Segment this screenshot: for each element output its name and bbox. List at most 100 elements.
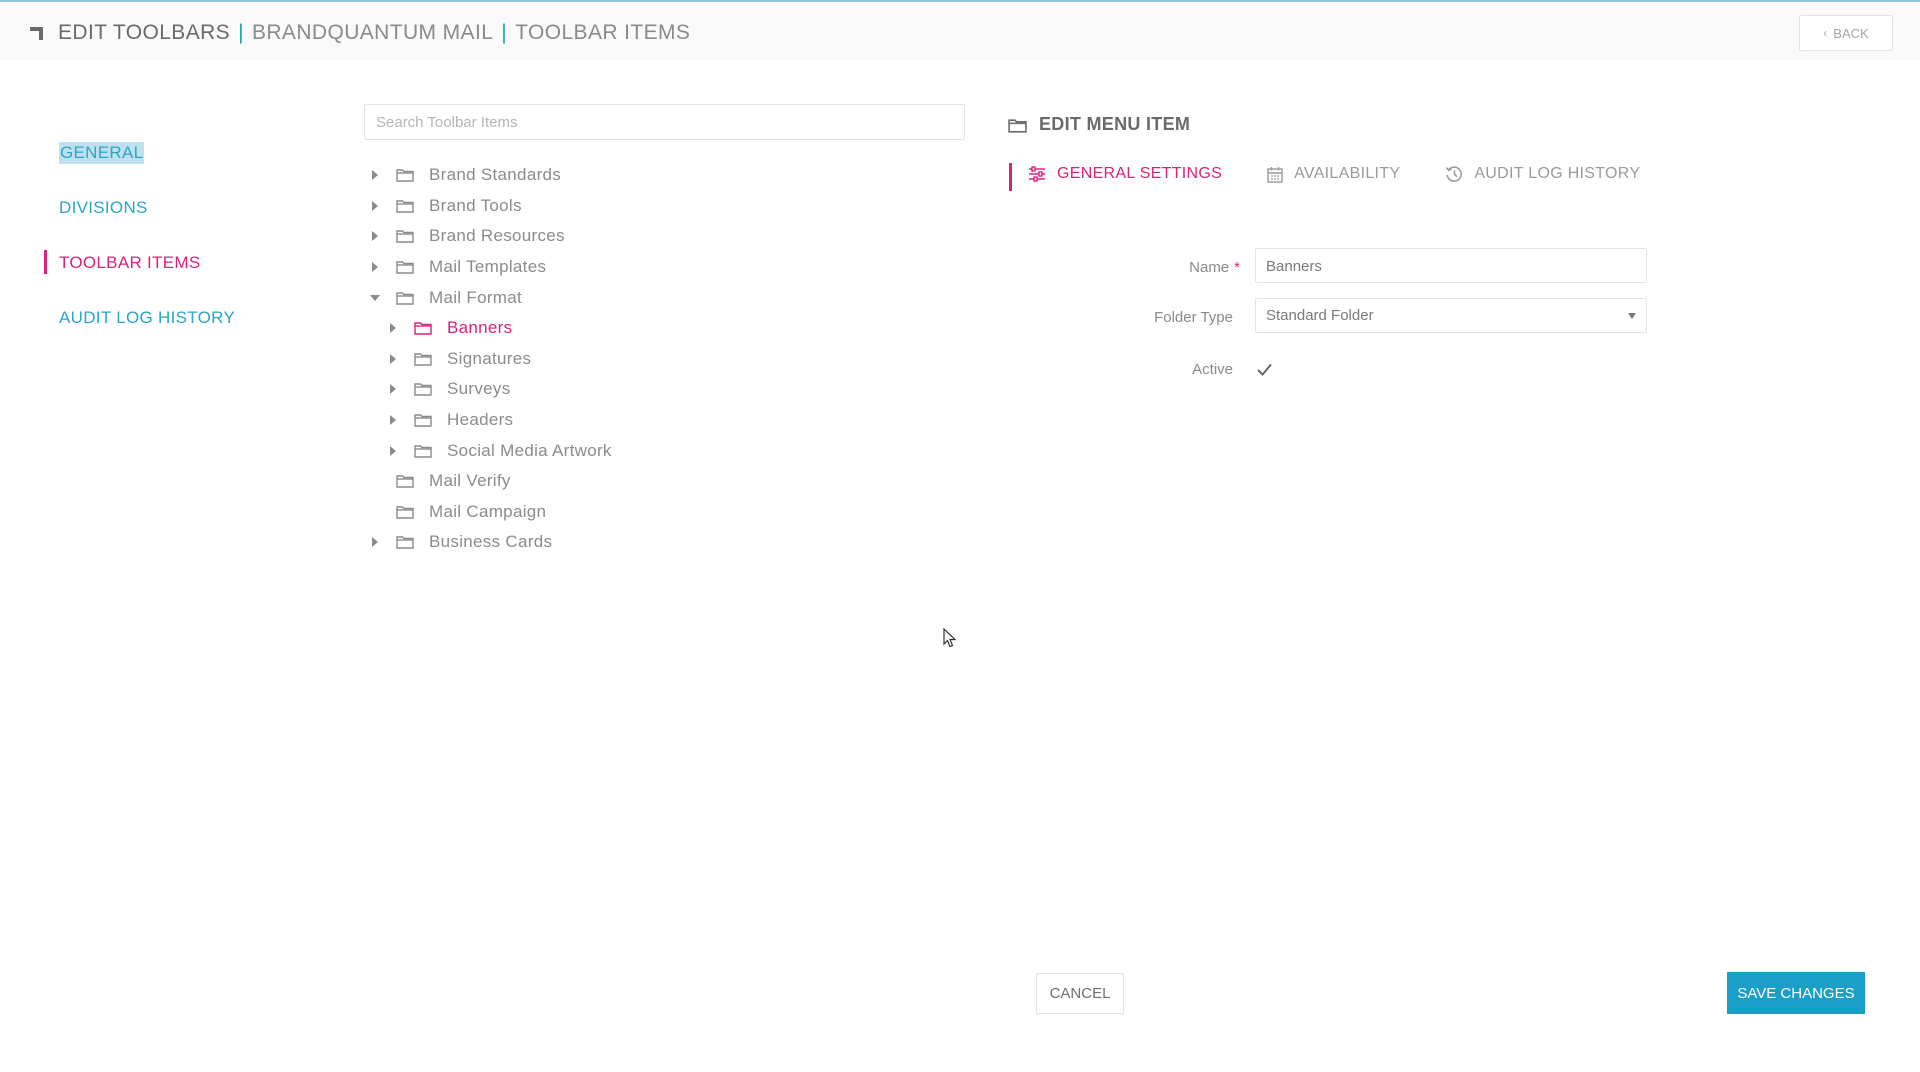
folder-icon [396,291,414,305]
tree-item-label: Brand Resources [429,226,565,246]
page-title: EDIT TOOLBARS [58,21,231,44]
folder-icon [414,444,432,458]
back-label: BACK [1833,25,1869,41]
tab-availability[interactable]: AVAILABILITY [1267,165,1400,183]
toolbar-corner-icon [28,24,46,42]
caret-right-icon[interactable] [368,168,382,182]
tab-label: AUDIT LOG HISTORY [1474,165,1641,182]
folder-icon [1008,117,1027,133]
caret-right-icon[interactable] [368,199,382,213]
sidebar-item-audit-log-history[interactable]: AUDIT LOG HISTORY [44,290,235,345]
sidebar-nav: GENERAL DIVISIONS TOOLBAR ITEMS AUDIT LO… [44,125,235,345]
folder-icon [396,260,414,274]
checkmark-icon [1257,363,1272,376]
tree-item-label: Mail Templates [429,257,547,277]
tab-audit-log-history[interactable]: AUDIT LOG HISTORY [1445,165,1640,183]
cancel-button[interactable]: CANCEL [1036,973,1124,1014]
folder-type-select[interactable]: Standard Folder [1255,298,1647,333]
edit-tabs: GENERAL SETTINGS AVAILABILITY AUDIT LOG … [1009,163,1640,191]
edit-panel-title: EDIT MENU ITEM [1008,114,1190,135]
tree-item-label: Business Cards [429,532,553,552]
breadcrumb-separator: | [238,21,244,44]
tree-item-social-media-artwork[interactable]: Social Media Artwork [364,435,612,466]
sidebar-item-divisions[interactable]: DIVISIONS [44,180,235,235]
sidebar-item-label: AUDIT LOG HISTORY [59,307,236,327]
tab-label: AVAILABILITY [1294,165,1401,182]
sidebar-item-toolbar-items[interactable]: TOOLBAR ITEMS [44,235,235,290]
caret-right-icon[interactable] [386,413,400,427]
caret-right-icon[interactable] [386,382,400,396]
tree-item-business-cards[interactable]: Business Cards [364,527,612,558]
tree-item-label: Surveys [447,379,511,399]
sliders-icon [1029,166,1045,182]
folder-icon [396,199,414,213]
tree-item-mail-verify[interactable]: Mail Verify [364,466,612,497]
folder-icon [414,382,432,397]
tree-item-label: Mail Format [429,287,523,307]
tree-item-brand-tools[interactable]: Brand Tools [364,191,612,222]
tree-item-label: Brand Tools [429,195,522,215]
sidebar-item-label: TOOLBAR ITEMS [59,252,201,272]
history-icon [1446,166,1463,182]
mouse-cursor-icon [943,628,957,648]
sidebar-item-label: GENERAL [59,141,145,164]
tree-item-label: Mail Verify [429,471,511,491]
tree-item-label: Signatures [447,348,532,368]
sidebar-item-general[interactable]: GENERAL [44,125,235,180]
tree-item-label: Headers [447,410,514,430]
name-field[interactable] [1255,248,1647,283]
breadcrumb-toolbar-name[interactable]: BRANDQUANTUM MAIL [252,21,493,45]
folder-type-value: Standard Folder [1266,307,1374,324]
tree-item-label: Social Media Artwork [447,440,612,460]
active-checkbox[interactable] [1256,361,1273,378]
name-label: Name * [1189,259,1240,276]
tree-item-brand-resources[interactable]: Brand Resources [364,221,612,252]
sidebar-item-label: DIVISIONS [59,197,148,217]
tree-item-label: Mail Campaign [429,501,547,521]
breadcrumb: EDIT TOOLBARS | BRANDQUANTUM MAIL | TOOL… [28,21,690,45]
tree-item-banners[interactable]: Banners [364,313,612,344]
caret-right-icon[interactable] [386,321,400,335]
breadcrumb-section: TOOLBAR ITEMS [515,21,691,44]
tree-item-mail-templates[interactable]: Mail Templates [364,252,612,283]
active-label: Active [1192,361,1233,378]
folder-icon [396,474,414,488]
tree-item-brand-standards[interactable]: Brand Standards [364,160,612,191]
folder-icon [414,413,432,427]
calendar-icon [1267,166,1283,183]
breadcrumb-separator: | [501,21,508,44]
caret-right-icon[interactable] [368,260,382,274]
caret-right-icon[interactable] [386,444,400,458]
tree-item-label: Banners [447,318,513,338]
edit-panel-header: EDIT MENU ITEM [1008,114,1190,135]
back-button[interactable]: ‹ BACK [1799,15,1893,51]
save-changes-button[interactable]: SAVE CHANGES [1727,972,1865,1014]
tree-item-signatures[interactable]: Signatures [364,344,612,375]
caret-right-icon[interactable] [386,352,400,366]
tree-item-surveys[interactable]: Surveys [364,374,612,405]
edit-panel-title-text: EDIT MENU ITEM [1039,114,1191,134]
toolbar-items-tree: Brand Standards Brand Tools Brand Resour… [364,160,612,558]
folder-icon [414,321,432,335]
caret-right-icon[interactable] [368,535,382,549]
search-input[interactable] [364,104,965,140]
tab-label: GENERAL SETTINGS [1057,165,1223,182]
tree-item-headers[interactable]: Headers [364,405,612,436]
tree-item-label: Brand Standards [429,165,562,185]
page-header: EDIT TOOLBARS | BRANDQUANTUM MAIL | TOOL… [0,2,1920,60]
folder-icon [396,168,414,182]
caret-down-icon [1628,312,1636,319]
folder-icon [396,505,414,519]
folder-icon [414,352,432,366]
tree-item-mail-campaign[interactable]: Mail Campaign [364,497,612,528]
tree-item-mail-format[interactable]: Mail Format [364,282,612,313]
caret-right-icon[interactable] [368,229,382,243]
chevron-left-icon: ‹ [1823,26,1828,40]
folder-icon [396,229,414,244]
tab-general-settings[interactable]: GENERAL SETTINGS [1009,163,1223,191]
required-mark: * [1234,259,1240,276]
caret-down-icon[interactable] [368,291,382,305]
folder-type-label: Folder Type [1154,309,1233,326]
